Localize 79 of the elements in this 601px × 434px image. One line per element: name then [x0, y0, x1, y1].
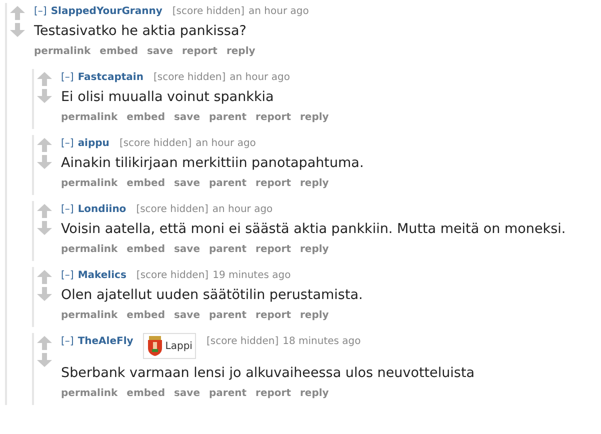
username-link[interactable]: aippu [78, 138, 110, 148]
action-link[interactable]: reply [300, 178, 329, 189]
timestamp: 19 minutes ago [212, 270, 291, 280]
score-hidden: [score hidden] [206, 336, 279, 346]
action-link[interactable]: reply [300, 244, 329, 255]
collapse-toggle[interactable]: [–] [61, 204, 74, 214]
action-link[interactable]: save [174, 178, 200, 189]
username-link[interactable]: Londiino [78, 204, 126, 214]
comment-text: Testasivatko he aktia pankissa? [34, 23, 248, 39]
collapse-toggle[interactable]: [–] [61, 270, 74, 280]
action-link[interactable]: save [174, 310, 200, 321]
upvote-icon[interactable] [37, 204, 52, 218]
username-link[interactable]: Makelics [78, 270, 126, 280]
collapse-toggle[interactable]: [–] [34, 6, 47, 16]
action-link[interactable]: embed [126, 112, 165, 123]
action-link[interactable]: save [174, 112, 200, 123]
username-link[interactable]: SlappedYourGranny [50, 6, 162, 16]
comment-text: Sberbank varmaan lensi jo alkuvaiheessa ulos neuvotteluista [61, 365, 476, 381]
action-link[interactable]: permalink [61, 244, 118, 255]
comment-text: Ainakin tilikirjaan merkittiin panotapahtuma. [61, 155, 365, 171]
action-link[interactable]: permalink [61, 112, 118, 123]
timestamp: 18 minutes ago [282, 336, 361, 346]
action-link[interactable]: permalink [61, 310, 118, 321]
action-link[interactable]: permalink [61, 388, 118, 399]
action-link[interactable]: permalink [61, 178, 118, 189]
score-hidden: [score hidden] [153, 72, 226, 82]
action-link[interactable]: parent [209, 310, 247, 321]
downvote-icon[interactable] [37, 287, 52, 301]
action-link[interactable]: embed [126, 388, 165, 399]
upvote-icon[interactable] [10, 6, 25, 20]
action-link[interactable]: report [256, 388, 291, 399]
timestamp: an hour ago [248, 6, 309, 16]
comment-text: Voisin aatella, että moni ei säästä aktia pankkiin. Mutta meitä on moneksi. [61, 221, 567, 237]
score-hidden: [score hidden] [136, 204, 208, 214]
comment-text: Olen ajatellut uuden säätötilin perustamista. [61, 287, 364, 303]
username-link[interactable]: Fastcaptain [78, 72, 144, 82]
collapse-toggle[interactable]: [–] [61, 138, 74, 148]
comment-text: Ei olisi muualla voinut spankkia [61, 89, 275, 105]
action-link[interactable]: embed [100, 46, 138, 57]
action-link[interactable]: parent [209, 244, 247, 255]
action-link[interactable]: report [256, 178, 291, 189]
action-link[interactable]: reply [300, 388, 329, 399]
action-link[interactable]: report [256, 112, 291, 123]
downvote-icon[interactable] [10, 23, 25, 37]
action-link[interactable]: embed [126, 310, 165, 321]
score-hidden: [score hidden] [136, 270, 209, 280]
downvote-icon[interactable] [37, 221, 52, 235]
collapse-toggle[interactable]: [–] [61, 72, 74, 82]
action-link[interactable]: save [174, 388, 200, 399]
action-link[interactable]: embed [126, 244, 165, 255]
score-hidden: [score hidden] [172, 6, 244, 16]
action-link[interactable]: report [256, 244, 291, 255]
coat-of-arms-icon [147, 336, 164, 356]
action-link[interactable]: parent [209, 388, 247, 399]
upvote-icon[interactable] [37, 270, 52, 284]
action-link[interactable]: permalink [34, 46, 91, 57]
flair-text: Lappi [165, 340, 192, 352]
action-link[interactable]: reply [226, 46, 256, 57]
timestamp: an hour ago [212, 204, 273, 214]
action-link[interactable]: parent [209, 112, 247, 123]
upvote-icon[interactable] [37, 336, 52, 350]
action-link[interactable]: save [174, 244, 200, 255]
collapse-toggle[interactable]: [–] [61, 336, 74, 346]
username-link[interactable]: TheAleFly [78, 336, 134, 346]
upvote-icon[interactable] [37, 72, 52, 86]
score-hidden: [score hidden] [119, 138, 192, 148]
action-link[interactable]: reply [300, 112, 329, 123]
timestamp: an hour ago [230, 72, 290, 82]
downvote-icon[interactable] [37, 353, 52, 367]
timestamp: an hour ago [196, 138, 256, 148]
action-link[interactable]: report [182, 46, 218, 57]
action-link[interactable]: embed [126, 178, 165, 189]
action-link[interactable]: save [146, 46, 173, 57]
action-link[interactable]: parent [209, 178, 247, 189]
downvote-icon[interactable] [37, 155, 52, 169]
downvote-icon[interactable] [37, 89, 52, 103]
action-link[interactable]: report [256, 310, 291, 321]
upvote-icon[interactable] [37, 138, 52, 152]
action-link[interactable]: reply [300, 310, 329, 321]
